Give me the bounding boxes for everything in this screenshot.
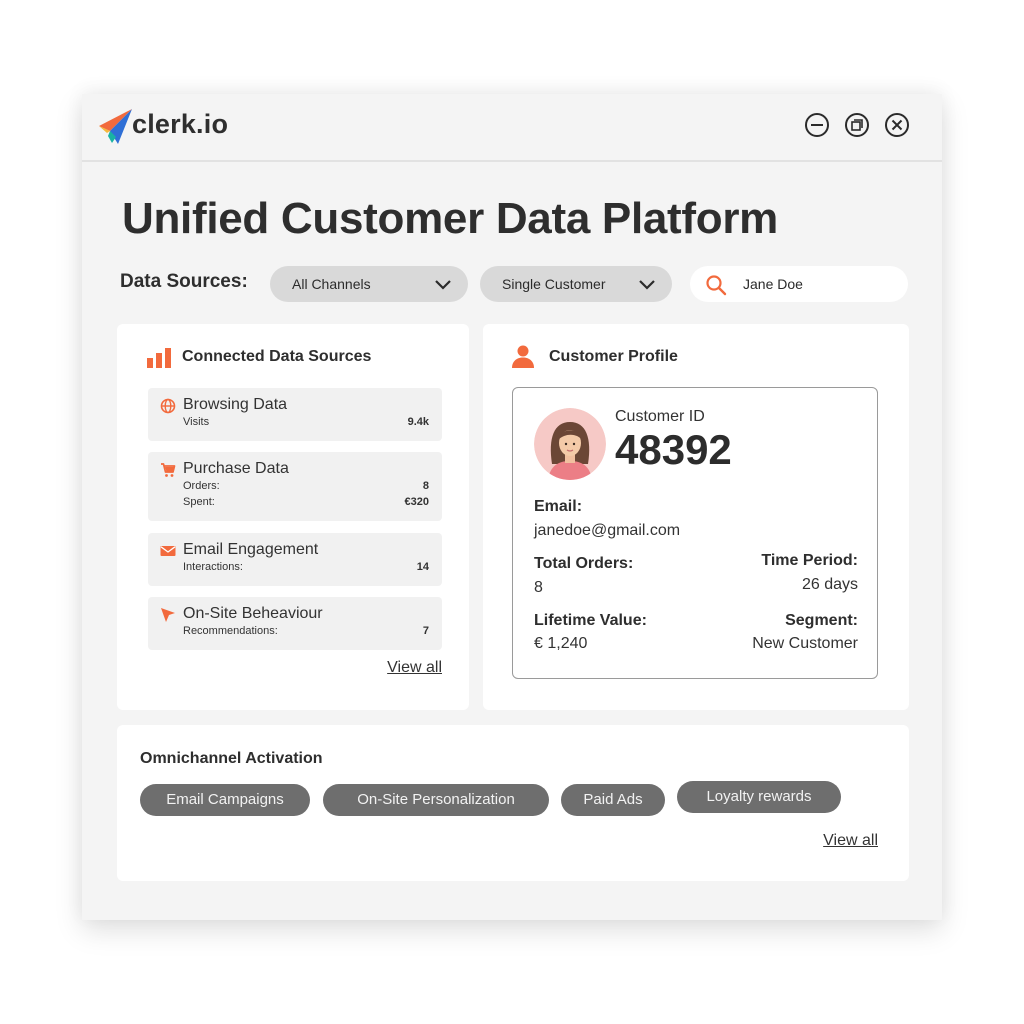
data-sources-label: Data Sources:: [120, 271, 248, 292]
activation-view-all-link[interactable]: View all: [823, 832, 878, 850]
lifetime-value-value: € 1,240: [534, 635, 588, 652]
sources-view-all-link[interactable]: View all: [387, 659, 442, 677]
cursor-icon: [161, 608, 175, 622]
connected-sources-title: Connected Data Sources: [182, 348, 372, 365]
channel-dropdown-value: All Channels: [292, 276, 371, 292]
title-bar: clerk.io: [82, 94, 942, 162]
channel-chip-paid-ads[interactable]: Paid Ads: [561, 784, 665, 816]
omnichannel-title: Omnichannel Activation: [140, 750, 323, 767]
source-name: Purchase Data: [183, 460, 289, 477]
stat-value: 7: [422, 625, 429, 637]
scope-dropdown[interactable]: Single Customer: [480, 266, 672, 302]
customer-id-label: Customer ID: [615, 408, 705, 425]
segment-label: Segment:: [785, 612, 858, 629]
source-item-email[interactable]: Email Engagement Interactions: 14: [148, 533, 442, 586]
profile-details-box: Customer ID 48392 Email: janedoe@gmail.c…: [512, 387, 878, 679]
search-value: Jane Doe: [743, 276, 803, 292]
stat-value: 9.4k: [407, 416, 429, 428]
email-value: janedoe@gmail.com: [534, 522, 681, 539]
restore-icon[interactable]: [844, 112, 870, 138]
connected-sources-card: Connected Data Sources Browsing Data Vis…: [117, 324, 469, 710]
chevron-down-icon: [435, 280, 451, 290]
scope-dropdown-value: Single Customer: [502, 276, 606, 292]
brand-name: clerk.io: [132, 109, 229, 139]
channel-chip-onsite[interactable]: On-Site Personalization: [323, 784, 549, 816]
stat-value: €320: [404, 496, 429, 508]
stat-value: 14: [416, 561, 429, 573]
source-item-purchase[interactable]: Purchase Data Orders: 8 Spent: €320: [148, 452, 442, 521]
stat-label: Orders:: [183, 480, 220, 492]
total-orders-label: Total Orders:: [534, 555, 634, 572]
user-icon: [512, 345, 534, 368]
source-name: On-Site Beheaviour: [183, 605, 323, 622]
page-title: Unified Customer Data Platform: [122, 194, 778, 243]
minimize-icon[interactable]: [804, 112, 830, 138]
email-label: Email:: [534, 498, 583, 515]
lifetime-value-label: Lifetime Value:: [534, 612, 647, 629]
total-orders-value: 8: [534, 579, 543, 596]
avatar: [534, 408, 606, 480]
search-input[interactable]: Jane Doe: [690, 266, 908, 302]
stat-label: Visits: [183, 416, 210, 428]
source-item-onsite[interactable]: On-Site Beheaviour Recommendations: 7: [148, 597, 442, 650]
segment-value: New Customer: [752, 635, 858, 652]
cart-icon: [161, 463, 176, 477]
time-period-label: Time Period:: [761, 552, 858, 569]
close-icon[interactable]: [884, 112, 910, 138]
customer-id-value: 48392: [615, 426, 732, 473]
mail-icon: [160, 546, 176, 556]
customer-profile-title: Customer Profile: [549, 348, 678, 365]
logo-icon: [96, 106, 136, 146]
stat-label: Interactions:: [183, 561, 243, 573]
source-item-browsing[interactable]: Browsing Data Visits 9.4k: [148, 388, 442, 441]
time-period-value: 26 days: [801, 576, 858, 593]
stat-label: Spent:: [183, 496, 215, 508]
source-name: Browsing Data: [183, 396, 288, 413]
stat-value: 8: [422, 480, 429, 492]
source-name: Email Engagement: [183, 541, 319, 558]
channel-chip-email[interactable]: Email Campaigns: [140, 784, 310, 816]
app-window: clerk.io Unified Customer Data Platform …: [82, 94, 942, 920]
globe-icon: [160, 398, 176, 414]
channel-dropdown[interactable]: All Channels: [270, 266, 468, 302]
stat-label: Recommendations:: [183, 625, 278, 637]
omnichannel-activation-card: Omnichannel Activation Email Campaigns O…: [117, 725, 909, 881]
chevron-down-icon: [639, 280, 655, 290]
customer-profile-card: Customer Profile Customer ID 48392 Email…: [483, 324, 909, 710]
search-icon: [706, 275, 727, 296]
bar-chart-icon: [147, 348, 171, 368]
channel-chip-loyalty[interactable]: Loyalty rewards: [677, 781, 841, 813]
